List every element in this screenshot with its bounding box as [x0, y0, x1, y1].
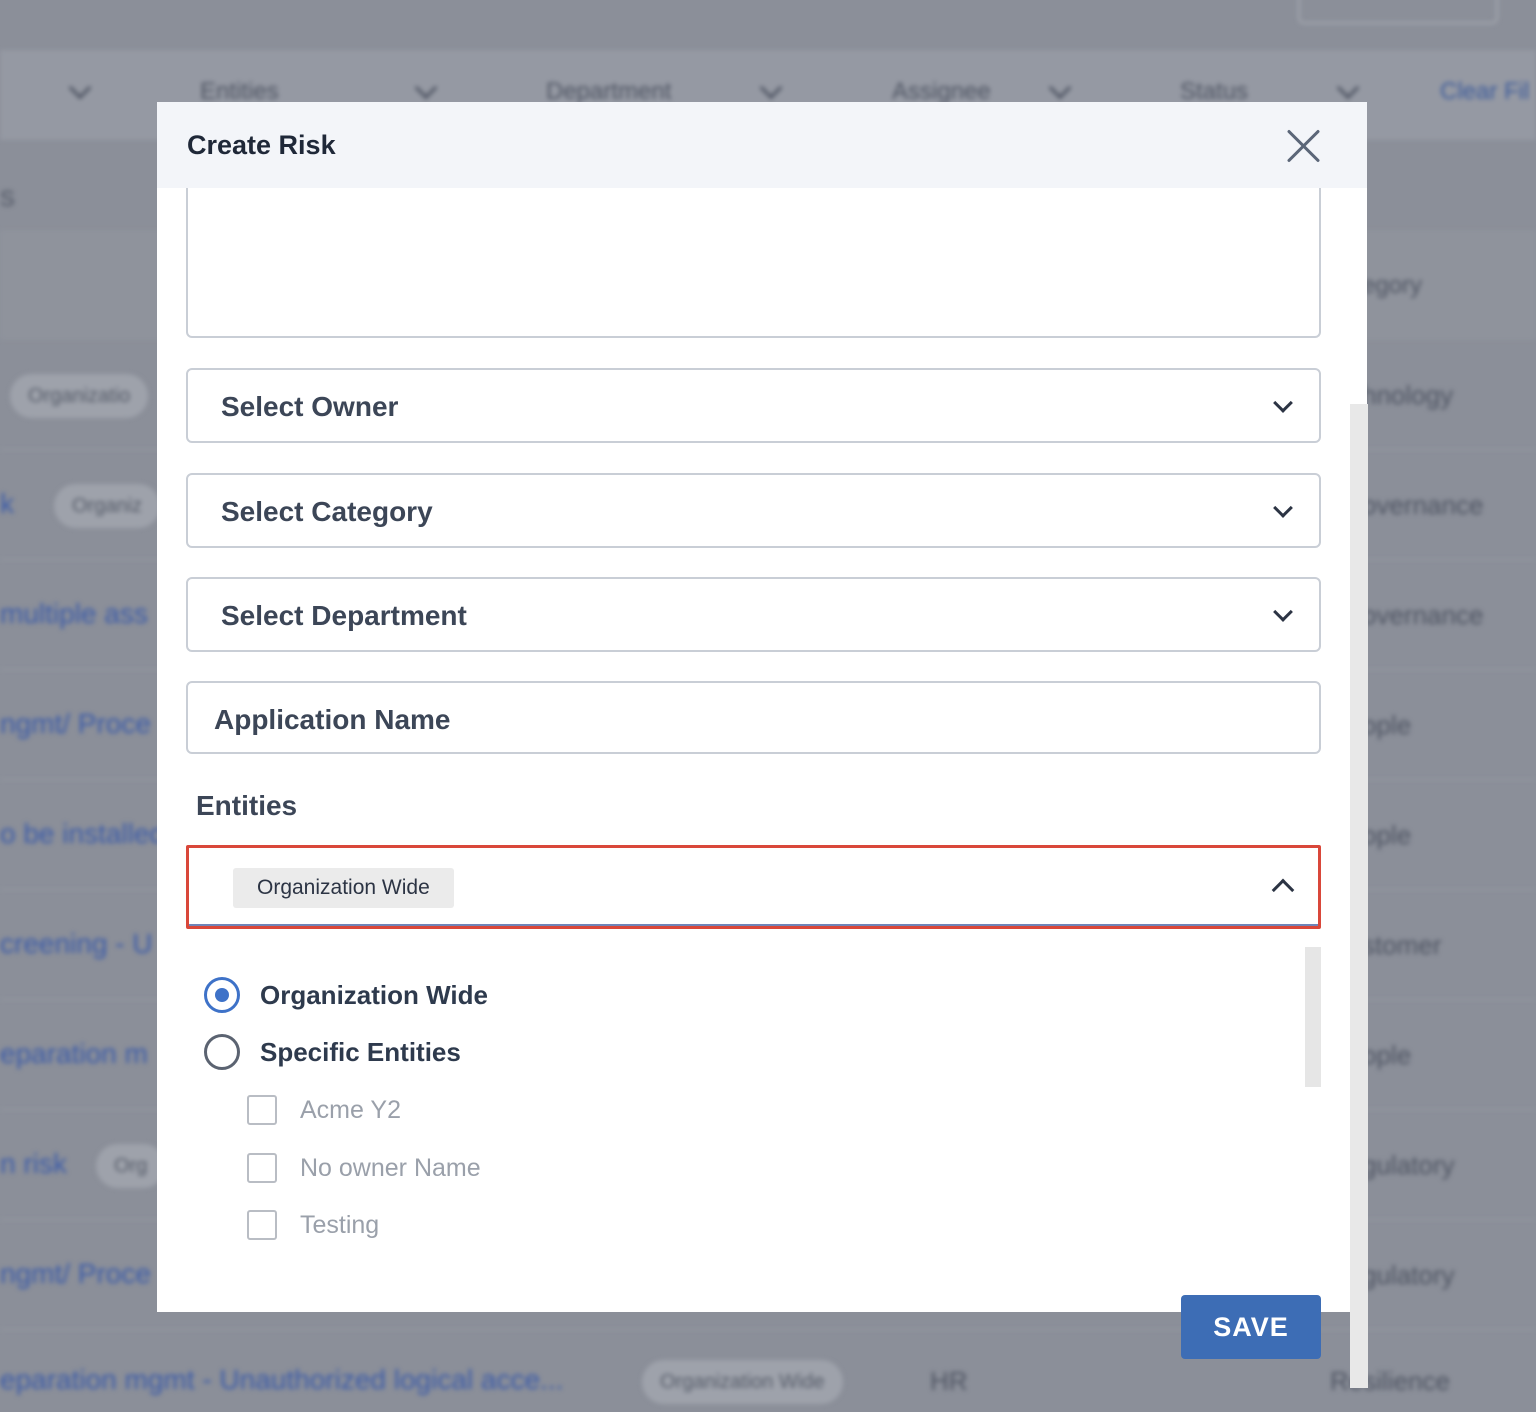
radio-label-organization-wide: Organization Wide	[260, 980, 488, 1010]
checkbox-acme-y2[interactable]	[247, 1095, 277, 1125]
owner-select[interactable]: Select Owner	[186, 368, 1321, 443]
checkbox-label-no-owner-name: No owner Name	[300, 1154, 481, 1182]
modal-header: Create Risk	[157, 102, 1367, 188]
description-textarea[interactable]	[186, 188, 1321, 338]
checkbox-label-testing: Testing	[300, 1211, 380, 1239]
chevron-down-icon	[1273, 602, 1293, 622]
clear-filters-link: Clear Fil	[1440, 78, 1530, 105]
category-column-header: egory	[1362, 272, 1423, 299]
background-top-button	[1298, 0, 1498, 24]
chevron-up-icon[interactable]	[1271, 878, 1295, 902]
close-icon[interactable]	[1285, 126, 1323, 164]
radio-organization-wide[interactable]	[204, 977, 240, 1013]
background-list-label: S	[0, 186, 15, 211]
chevron-down-icon	[1273, 393, 1293, 413]
select-underline	[189, 924, 1318, 926]
create-risk-modal: Create Risk Select Owner Select Category…	[157, 102, 1367, 1312]
radio-label-specific-entities: Specific Entities	[260, 1037, 461, 1067]
application-name-input[interactable]: Application Name	[186, 681, 1321, 754]
department-select[interactable]: Select Department	[186, 577, 1321, 652]
selected-entity-chip: Organization Wide	[233, 868, 454, 908]
owner-select-placeholder: Select Owner	[221, 391, 399, 422]
category-select-placeholder: Select Category	[221, 496, 433, 527]
modal-title: Create Risk	[187, 130, 336, 160]
department-select-placeholder: Select Department	[221, 600, 467, 631]
category-select[interactable]: Select Category	[186, 473, 1321, 548]
save-button[interactable]: SAVE	[1181, 1295, 1321, 1359]
dropdown-scrollbar[interactable]	[1305, 947, 1321, 1087]
entities-select[interactable]: Organization Wide	[186, 845, 1321, 929]
entities-label: Entities	[196, 790, 298, 821]
checkbox-label-acme-y2: Acme Y2	[300, 1096, 401, 1124]
radio-specific-entities[interactable]	[204, 1034, 240, 1070]
chevron-down-icon	[1273, 498, 1293, 518]
application-name-placeholder: Application Name	[214, 704, 451, 735]
checkbox-no-owner-name[interactable]	[247, 1153, 277, 1183]
checkbox-testing[interactable]	[247, 1210, 277, 1240]
modal-scrollbar[interactable]	[1350, 404, 1368, 1388]
